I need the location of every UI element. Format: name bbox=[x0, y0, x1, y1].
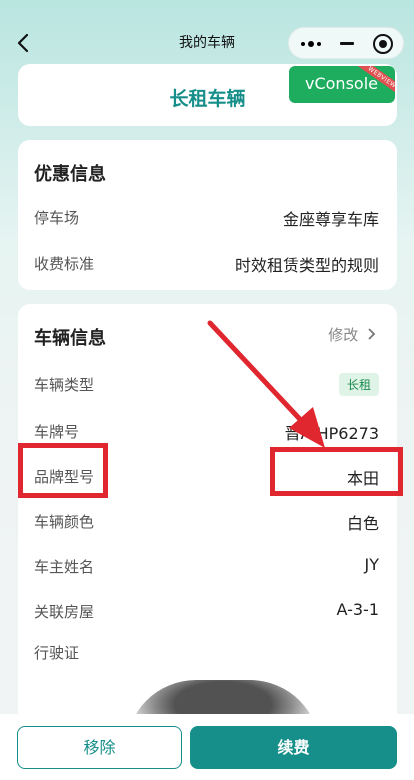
vehicle-type-tag: 长租 bbox=[338, 373, 379, 396]
vehicle-title: 车辆信息 bbox=[34, 328, 106, 349]
color-label: 车辆颜色 bbox=[34, 513, 95, 531]
vehicle-type-label: 车辆类型 bbox=[34, 376, 95, 394]
close-icon[interactable] bbox=[373, 34, 393, 54]
vehicle-card: 车辆信息 修改 车辆类型 长租 车牌号 晋A HP6273 品牌型号 本田 车辆… bbox=[18, 304, 397, 724]
parking-value: 金座尊享车库 bbox=[282, 210, 379, 229]
remove-button[interactable]: 移除 bbox=[17, 726, 182, 769]
edit-label: 修改 bbox=[328, 326, 359, 344]
chevron-right-icon bbox=[368, 328, 376, 340]
plate-label: 车牌号 bbox=[34, 423, 80, 441]
color-value: 白色 bbox=[346, 514, 379, 533]
vconsole-button[interactable]: vConsole WEBVIEW bbox=[289, 66, 395, 103]
vconsole-label: vConsole bbox=[305, 74, 378, 93]
owner-value: JY bbox=[364, 555, 380, 574]
house-value: A-3-1 bbox=[336, 600, 380, 619]
owner-label: 车主姓名 bbox=[34, 558, 95, 576]
edit-button[interactable]: 修改 bbox=[328, 324, 377, 345]
mini-program-capsule bbox=[288, 27, 404, 59]
minimize-icon[interactable] bbox=[340, 42, 354, 45]
promo-card: 优惠信息 停车场 金座尊享车库 收费标准 时效租赁类型的规则 bbox=[18, 140, 397, 290]
annotation-box-brand-label bbox=[18, 443, 108, 498]
fee-label: 收费标准 bbox=[34, 255, 95, 273]
plate-value: 晋A HP6273 bbox=[284, 424, 379, 443]
annotation-box-brand-value bbox=[270, 447, 403, 496]
renew-button[interactable]: 续费 bbox=[190, 726, 397, 769]
house-label: 关联房屋 bbox=[34, 603, 95, 621]
parking-label: 停车场 bbox=[34, 209, 80, 227]
bottom-action-bar: 移除 续费 bbox=[0, 714, 414, 780]
fee-value: 时效租赁类型的规则 bbox=[234, 256, 379, 275]
promo-title: 优惠信息 bbox=[34, 164, 106, 185]
more-icon[interactable] bbox=[301, 41, 321, 47]
license-label: 行驶证 bbox=[34, 644, 80, 662]
